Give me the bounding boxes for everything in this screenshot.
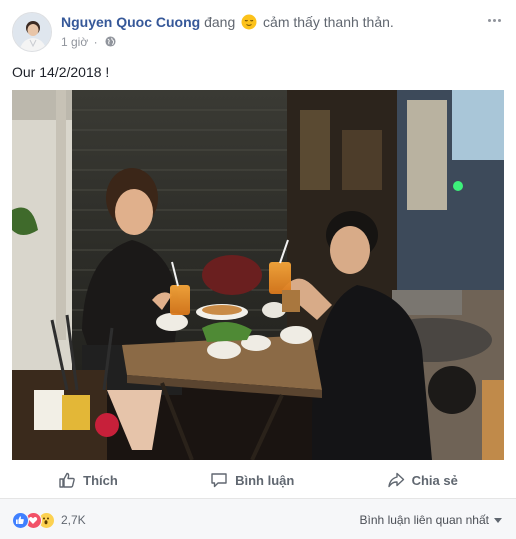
comment-sort-label: Bình luận liên quan nhất bbox=[359, 513, 489, 527]
post-meta: 1 giờ · bbox=[61, 35, 116, 49]
author-line: Nguyen Quoc Cuong đang cảm thấy thanh th… bbox=[61, 14, 394, 30]
comment-button[interactable]: Bình luận bbox=[192, 467, 312, 493]
photo-scene bbox=[12, 90, 504, 460]
globe-icon[interactable] bbox=[105, 36, 116, 47]
thumbs-up-icon bbox=[59, 472, 75, 488]
like-label: Thích bbox=[83, 472, 118, 488]
author-name-link[interactable]: Nguyen Quoc Cuong bbox=[61, 14, 200, 30]
dot-icon bbox=[497, 18, 501, 22]
like-reaction-icon bbox=[12, 511, 29, 529]
meta-separator: · bbox=[93, 35, 98, 49]
share-label: Chia sẻ bbox=[411, 472, 458, 488]
post-photo[interactable] bbox=[12, 90, 504, 460]
post-actions: Thích Bình luận Chia sẻ bbox=[12, 465, 504, 495]
like-button[interactable]: Thích bbox=[40, 467, 136, 493]
post-text: Our 14/2/2018 ! bbox=[12, 64, 110, 80]
author-avatar[interactable] bbox=[12, 12, 52, 52]
feed-post: Nguyen Quoc Cuong đang cảm thấy thanh th… bbox=[0, 0, 516, 539]
post-stats-bar: 2,7K Bình luận liên quan nhất bbox=[0, 498, 516, 539]
dot-icon bbox=[492, 18, 496, 22]
comment-icon bbox=[211, 473, 227, 488]
share-button[interactable]: Chia sẻ bbox=[369, 467, 476, 493]
post-options-button[interactable] bbox=[484, 12, 504, 28]
share-icon bbox=[387, 472, 404, 488]
comment-label: Bình luận bbox=[235, 472, 295, 488]
dot-icon bbox=[487, 18, 491, 22]
feeling-text: cảm thấy thanh thản. bbox=[263, 14, 394, 30]
relieved-face-icon bbox=[241, 14, 257, 30]
caret-down-icon bbox=[494, 518, 502, 523]
avatar-image bbox=[13, 13, 51, 51]
comment-sort-dropdown[interactable]: Bình luận liên quan nhất bbox=[360, 513, 502, 527]
reactions-summary[interactable]: 2,7K bbox=[12, 511, 86, 529]
reaction-count: 2,7K bbox=[61, 513, 86, 527]
post-header: Nguyen Quoc Cuong đang cảm thấy thanh th… bbox=[12, 10, 504, 54]
activity-prefix: đang bbox=[204, 14, 236, 30]
post-timestamp-link[interactable]: 1 giờ bbox=[61, 35, 88, 49]
